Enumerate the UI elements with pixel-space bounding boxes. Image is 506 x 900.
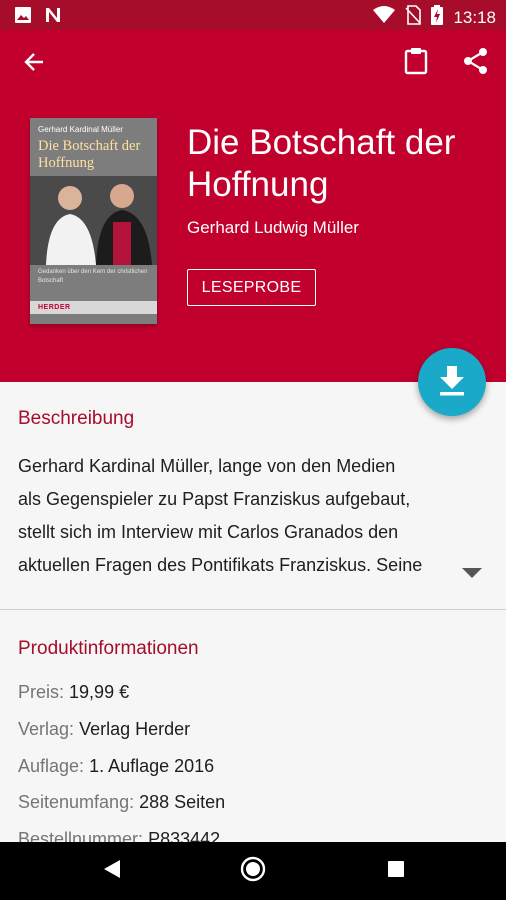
description-line: Gerhard Kardinal Müller, lange von den M… <box>18 456 396 476</box>
recents-square-icon <box>387 860 405 883</box>
download-icon <box>437 364 467 401</box>
chevron-down-icon <box>460 566 484 583</box>
info-label: Seitenumfang: <box>18 792 135 812</box>
cover-publisher: HERDER <box>38 304 71 311</box>
info-label: Preis: <box>18 682 65 702</box>
book-author: Gerhard Ludwig Müller <box>187 218 359 237</box>
nav-recents-button[interactable] <box>376 851 416 891</box>
preview-button[interactable]: LESEPROBE <box>187 269 316 306</box>
info-value: 288 Seiten <box>139 792 226 812</box>
book-cover: Gerhard Kardinal Müller Die Botschaft de… <box>30 118 157 324</box>
description-line: stellt sich im Interview mit Carlos Gran… <box>18 522 399 542</box>
description-line: aktuellen Fragen des Pontifikats Franzis… <box>18 555 423 575</box>
cover-photo <box>30 176 157 265</box>
info-label: Auflage: <box>18 756 85 776</box>
share-button[interactable] <box>456 43 496 83</box>
cover-subtitle: Gedanken über den Kern der christlichen … <box>38 269 148 284</box>
image-icon <box>14 6 32 29</box>
info-row-price: Preis: 19,99 € <box>18 682 129 703</box>
download-button[interactable] <box>418 348 486 416</box>
cover-author: Gerhard Kardinal Müller <box>38 125 123 134</box>
product-info-heading: Produktinformationen <box>18 638 199 659</box>
info-row-edition: Auflage: 1. Auflage 2016 <box>18 756 214 777</box>
info-label: Verlag: <box>18 719 75 739</box>
clipboard-button[interactable] <box>396 43 436 83</box>
clock: 13:18 <box>453 7 496 27</box>
description-line: als Gegenspieler zu Papst Franziskus auf… <box>18 489 411 509</box>
info-row-publisher: Verlag: Verlag Herder <box>18 719 190 740</box>
arrow-left-icon <box>23 51 45 78</box>
divider <box>0 609 506 610</box>
info-row-pages: Seitenumfang: 288 Seiten <box>18 792 225 813</box>
battery-charging-icon <box>431 5 444 30</box>
info-value: Verlag Herder <box>79 719 191 739</box>
status-bar: 13:18 <box>0 0 506 30</box>
back-button[interactable] <box>14 44 54 84</box>
info-value: 19,99 € <box>69 682 130 702</box>
nav-back-button[interactable] <box>92 851 132 891</box>
no-sim-icon <box>405 5 422 30</box>
n-app-icon <box>44 6 62 29</box>
share-icon <box>463 47 489 80</box>
expand-description-button[interactable] <box>460 566 484 584</box>
navigation-bar <box>0 842 506 900</box>
home-circle-icon <box>240 856 266 887</box>
description-heading: Beschreibung <box>18 408 135 429</box>
back-triangle-icon <box>103 859 121 884</box>
nav-home-button[interactable] <box>233 851 273 891</box>
clipboard-icon <box>404 47 428 80</box>
book-header: Gerhard Kardinal Müller Die Botschaft de… <box>0 30 506 382</box>
cover-title: Die Botschaft der Hoffnung <box>38 138 141 171</box>
description-text: Gerhard Kardinal Müller, lange von den M… <box>18 450 463 582</box>
wifi-icon <box>373 6 396 29</box>
book-title: Die Botschaft der Hoffnung <box>187 123 456 204</box>
info-value: 1. Auflage 2016 <box>89 756 215 776</box>
